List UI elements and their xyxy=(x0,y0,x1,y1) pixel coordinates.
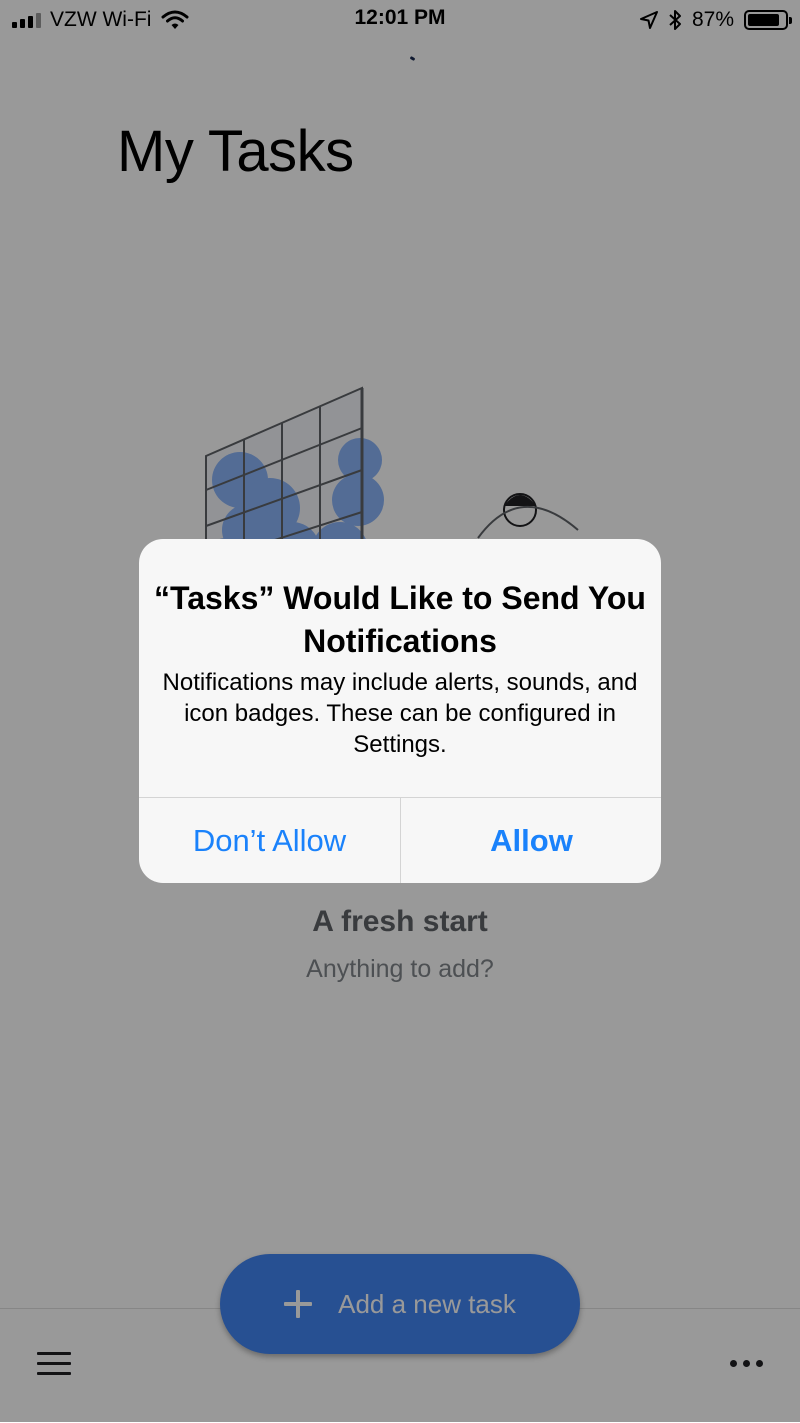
allow-button[interactable]: Allow xyxy=(401,798,661,883)
alert-title: “Tasks” Would Like to Send You Notificat… xyxy=(154,580,646,659)
tasks-screen: VZW Wi-Fi 12:01 PM 87% My Tasks A fresh … xyxy=(0,0,800,1423)
dont-allow-button[interactable]: Don’t Allow xyxy=(139,798,400,883)
notification-permission-alert: “Tasks” Would Like to Send You Notificat… xyxy=(139,539,661,883)
alert-message: Notifications may include alerts, sounds… xyxy=(162,669,638,758)
